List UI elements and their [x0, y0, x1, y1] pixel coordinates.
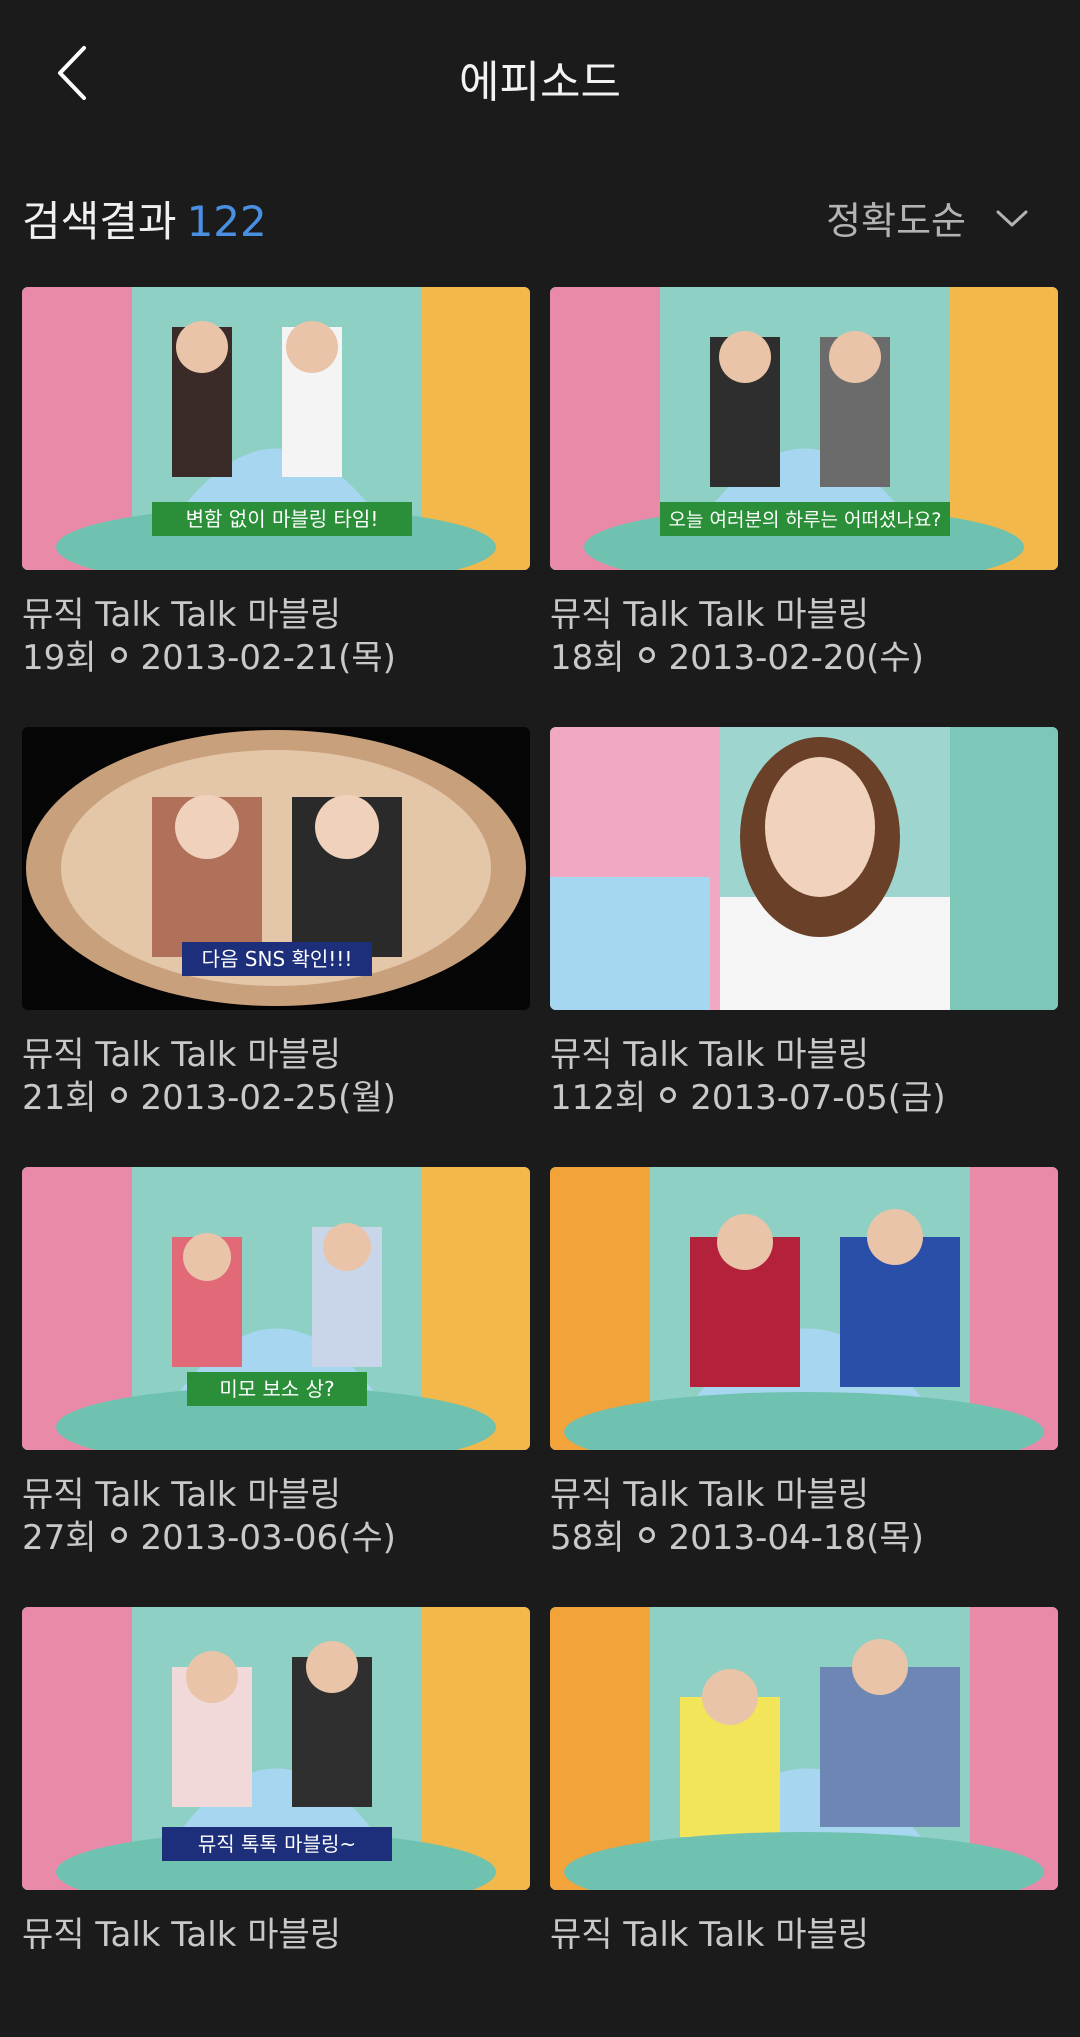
episode-number: 19회 [22, 638, 97, 678]
episode-thumbnail[interactable] [550, 727, 1058, 1010]
episode-card[interactable]: 뮤직 Talk Talk 마블링 [550, 1607, 1058, 2037]
episode-title: 뮤직 Talk Talk 마블링 [22, 1035, 342, 1075]
episode-card[interactable]: 미모 보소 상? 뮤직 Talk Talk 마블링 27회 2013-03-06(… [22, 1167, 530, 1597]
episode-date: 2013-03-06(수) [140, 1518, 396, 1558]
circle-separator-icon [660, 1086, 677, 1103]
results-label: 검색결과 [22, 197, 177, 246]
circle-separator-icon [110, 1526, 127, 1543]
caption-text: 뮤직 톡톡 마블링~ [198, 1832, 356, 1856]
episode-thumbnail[interactable]: 다음 SNS 확인!!! [22, 727, 530, 1010]
episode-meta: 21회 2013-02-25(월) [22, 1070, 396, 1119]
page-title: 에피소드 [459, 57, 621, 108]
episode-date: 2013-04-18(목) [668, 1518, 924, 1558]
episode-title: 뮤직 Talk Talk 마블링 [550, 595, 870, 635]
episode-thumbnail[interactable] [550, 1607, 1058, 1890]
circle-separator-icon [110, 646, 127, 663]
caption-text: 다음 SNS 확인!!! [202, 947, 353, 971]
episode-title: 뮤직 Talk Talk 마블링 [22, 1915, 342, 1955]
episode-number: 18회 [550, 638, 625, 678]
caption-text: 변함 없이 마블링 타임! [186, 507, 379, 531]
sort-dropdown[interactable]: 정확도순 [826, 190, 1030, 245]
caption-text: 미모 보소 상? [219, 1377, 334, 1401]
episode-meta: 58회 2013-04-18(목) [550, 1510, 924, 1559]
episode-card[interactable]: 다음 SNS 확인!!! 뮤직 Talk Talk 마블링 21회 2013-02… [22, 727, 530, 1157]
episode-number: 112회 [550, 1078, 647, 1118]
episode-number: 27회 [22, 1518, 97, 1558]
results-count: 122 [186, 197, 267, 246]
episode-card[interactable]: 변함 없이 마블링 타임! 뮤직 Talk Talk 마블링 19회 2013-0… [22, 287, 530, 717]
episode-card[interactable]: 오늘 여러분의 하루는 어떠셨나요? 뮤직 Talk Talk 마블링 18회 2… [550, 287, 1058, 717]
episode-title: 뮤직 Talk Talk 마블링 [550, 1915, 870, 1955]
episode-thumbnail[interactable]: 오늘 여러분의 하루는 어떠셨나요? [550, 287, 1058, 570]
episode-card[interactable]: 뮤직 Talk Talk 마블링 58회 2013-04-18(목) [550, 1167, 1058, 1597]
results-summary: 검색결과 122 [22, 188, 267, 249]
episode-card[interactable]: 뮤직 톡톡 마블링~ 뮤직 Talk Talk 마블링 [22, 1607, 530, 2037]
episode-date: 2013-02-20(수) [668, 638, 924, 678]
episode-date: 2013-02-21(목) [140, 638, 396, 678]
episode-card[interactable]: 뮤직 Talk Talk 마블링 112회 2013-07-05(금) [550, 727, 1058, 1157]
episode-meta: 27회 2013-03-06(수) [22, 1510, 396, 1559]
episode-number: 21회 [22, 1078, 97, 1118]
episode-thumbnail[interactable] [550, 1167, 1058, 1450]
episode-meta: 112회 2013-07-05(금) [550, 1070, 946, 1119]
episode-thumbnail[interactable]: 뮤직 톡톡 마블링~ [22, 1607, 530, 1890]
episode-meta: 19회 2013-02-21(목) [22, 630, 396, 679]
circle-separator-icon [638, 646, 655, 663]
chevron-down-icon [996, 210, 1028, 226]
episode-title: 뮤직 Talk Talk 마블링 [550, 1475, 870, 1515]
episode-meta: 18회 2013-02-20(수) [550, 630, 924, 679]
caption-text: 오늘 여러분의 하루는 어떠셨나요? [669, 509, 942, 531]
circle-separator-icon [110, 1086, 127, 1103]
episode-date: 2013-02-25(월) [140, 1078, 396, 1118]
episode-thumbnail[interactable]: 미모 보소 상? [22, 1167, 530, 1450]
episode-date: 2013-07-05(금) [690, 1078, 946, 1118]
top-bar: 에피소드 [0, 0, 1080, 150]
circle-separator-icon [638, 1526, 655, 1543]
episode-title: 뮤직 Talk Talk 마블링 [22, 595, 342, 635]
episode-title: 뮤직 Talk Talk 마블링 [550, 1035, 870, 1075]
sort-label: 정확도순 [826, 199, 966, 243]
episode-title: 뮤직 Talk Talk 마블링 [22, 1475, 342, 1515]
episode-thumbnail[interactable]: 변함 없이 마블링 타임! [22, 287, 530, 570]
episode-number: 58회 [550, 1518, 625, 1558]
